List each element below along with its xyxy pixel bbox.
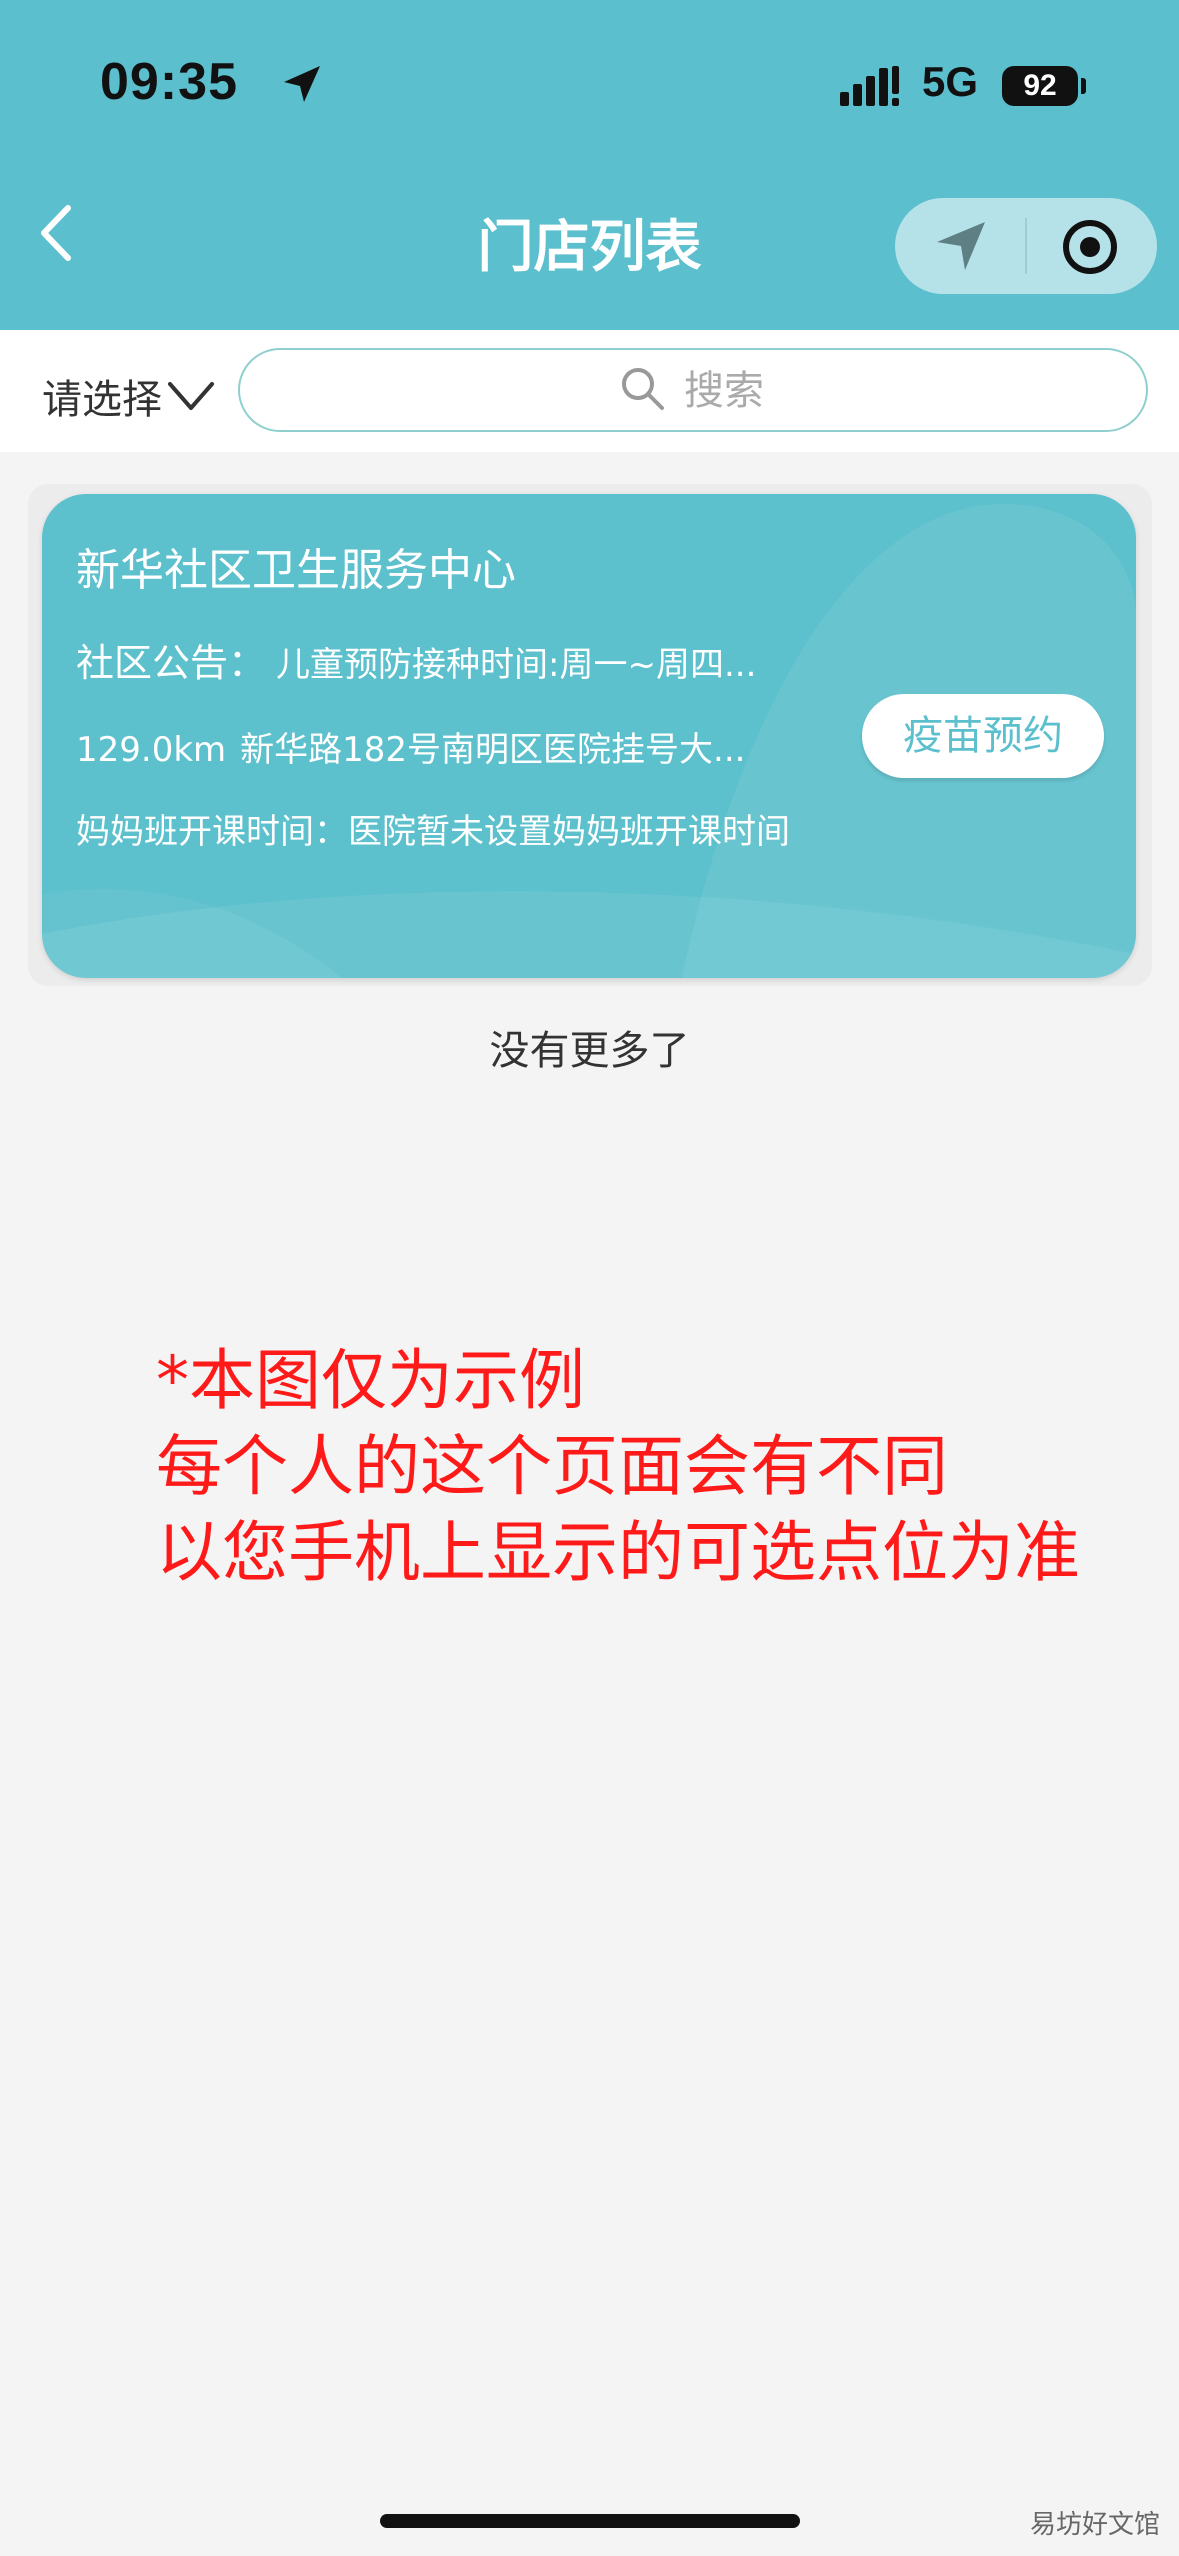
search-box[interactable] [238,348,1148,432]
target-icon[interactable] [1061,218,1119,276]
capsule-divider [1025,218,1027,274]
annotation-text: *本图仅为示例 每个人的这个页面会有不同 以您手机上显示的可选点位为准 [156,1338,1080,1596]
navigation-icon[interactable] [933,218,989,274]
annotation-line: *本图仅为示例 [156,1342,585,1419]
chevron-down-icon [168,382,214,410]
battery-tip [1081,78,1086,94]
network-type: 5G [922,58,979,105]
home-indicator [380,2514,800,2528]
top-header: 09:35 5G 92 门店列表 [0,0,1179,330]
store-name: 新华社区卫生服务中心 [76,545,516,596]
annotation-line: 每个人的这个页面会有不同 [156,1428,948,1505]
mom-class-row: 妈妈班开课时间：医院暂未设置妈妈班开课时间 [76,802,816,862]
annotation-line: 以您手机上显示的可选点位为准 [156,1514,1080,1591]
mom-class-value: 医院暂未设置妈妈班开课时间 [348,812,790,852]
battery-icon: 92 [1002,66,1078,106]
notice-label: 社区公告： [76,641,267,685]
location-arrow-icon [284,66,320,102]
status-time: 09:35 [100,53,238,111]
watermark: 易坊好文馆 [1030,2510,1161,2540]
region-select[interactable]: 请选择 [42,366,216,426]
signal-icon [840,66,899,106]
mini-program-capsule [895,198,1157,294]
notice-text: 儿童预防接种时间:周一~周四... [276,645,757,685]
search-icon [622,368,664,410]
address-row: 129.0km 新华路182号南明区医院挂号大... [76,722,806,771]
region-select-label: 请选择 [42,377,162,423]
store-card[interactable]: 新华社区卫生服务中心 社区公告： 儿童预防接种时间:周一~周四... 129.0k… [42,494,1136,978]
store-address: 新华路182号南明区医院挂号大... [240,730,746,770]
vaccine-appointment-button[interactable]: 疫苗预约 [862,694,1104,778]
list-end-text: 没有更多了 [489,1028,690,1074]
notice-row: 社区公告： 儿童预防接种时间:周一~周四... [76,632,836,687]
mom-class-label: 妈妈班开课时间： [76,812,348,852]
search-input[interactable] [684,362,1084,420]
store-distance: 129.0km [76,730,227,770]
filter-bar: 请选择 [0,330,1179,452]
